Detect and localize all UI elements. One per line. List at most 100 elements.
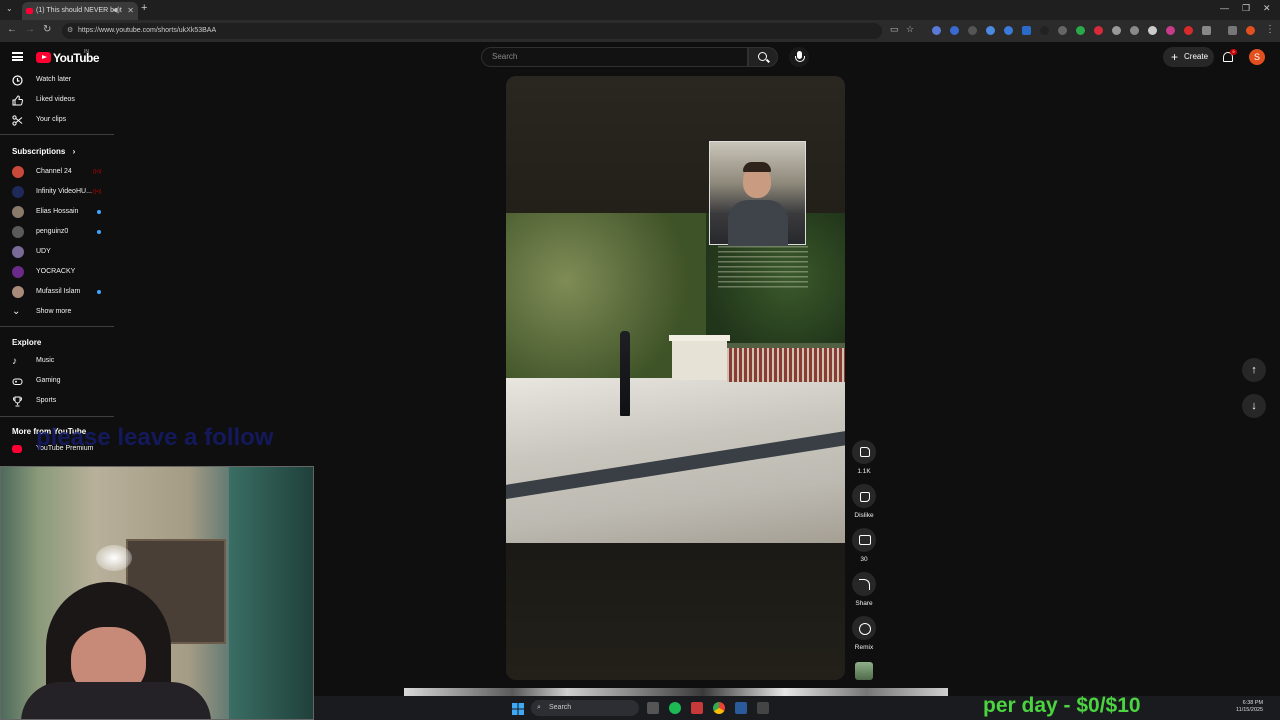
- browser-tab[interactable]: (1) This should NEVER be t ◀) ✕: [22, 2, 138, 20]
- taskbar-search-box[interactable]: ⌕ Search: [531, 700, 639, 716]
- app-icon[interactable]: [757, 702, 769, 714]
- streamer-webcam: [0, 466, 314, 720]
- windows-start-icon[interactable]: [512, 702, 524, 715]
- new-content-dot: [97, 210, 101, 214]
- previous-short-button[interactable]: ↑: [1242, 358, 1266, 382]
- new-content-dot: [97, 290, 101, 294]
- window-close-icon[interactable]: ✕: [1263, 3, 1271, 14]
- search-button[interactable]: [748, 47, 778, 67]
- extension-icon[interactable]: [968, 26, 977, 35]
- extension-icon[interactable]: [1112, 26, 1121, 35]
- chrome-icon[interactable]: [713, 702, 725, 714]
- remix-label: Remix: [854, 644, 874, 651]
- taskbar-clock[interactable]: 6:38 PM 11/15/2025: [1236, 700, 1263, 714]
- youtube-logo-icon[interactable]: [36, 52, 51, 63]
- comments-button[interactable]: 30: [852, 528, 876, 563]
- task-view-icon[interactable]: [647, 702, 659, 714]
- hamburger-menu-icon[interactable]: [12, 52, 23, 61]
- extension-icon[interactable]: [1004, 26, 1013, 35]
- create-button[interactable]: + Create: [1163, 47, 1214, 67]
- sidebar-item-your-clips[interactable]: Your clips: [0, 110, 114, 130]
- search-input[interactable]: Search: [481, 47, 748, 67]
- extension-icon[interactable]: [1130, 26, 1139, 35]
- extension-icon[interactable]: [1148, 26, 1157, 35]
- notification-count-badge: 9: [1230, 49, 1237, 55]
- new-tab-button[interactable]: +: [141, 2, 147, 14]
- shorts-video-player[interactable]: [506, 76, 845, 680]
- tab-search-icon[interactable]: ⌄: [6, 4, 13, 13]
- chat-overlay: [718, 246, 808, 290]
- avatar: [12, 286, 24, 298]
- sidebar-subscription-udy[interactable]: UDY: [0, 242, 114, 262]
- app-icon[interactable]: [691, 702, 703, 714]
- extension-icon[interactable]: [1022, 26, 1031, 35]
- reload-icon[interactable]: ↻: [43, 24, 51, 35]
- sidebar-item-liked-videos[interactable]: Liked videos: [0, 90, 114, 110]
- browser-menu-icon[interactable]: ⋮: [1265, 24, 1275, 35]
- sidebar-item-gaming[interactable]: Gaming: [0, 371, 114, 391]
- extension-icon[interactable]: [1184, 26, 1193, 35]
- next-short-button[interactable]: ↓: [1242, 394, 1266, 418]
- url-text: https://www.youtube.com/shorts/ukXk53BAA: [78, 27, 217, 34]
- sidebar-subscription-penguinz0[interactable]: penguinz0: [0, 222, 114, 242]
- extension-icon[interactable]: [950, 26, 959, 35]
- scissors-icon: [12, 115, 23, 126]
- profile-icon[interactable]: [1246, 26, 1255, 35]
- minimize-icon[interactable]: —: [1220, 3, 1229, 13]
- inset-hair: [743, 162, 771, 172]
- sidebar-item-music[interactable]: ♪ Music: [0, 351, 114, 371]
- like-button[interactable]: 1.1K: [852, 440, 876, 475]
- extension-icon[interactable]: [1094, 26, 1103, 35]
- extension-icon[interactable]: [1076, 26, 1085, 35]
- speaker-icon[interactable]: ◀): [112, 2, 120, 20]
- avatar: [12, 266, 24, 278]
- avatar: [12, 246, 24, 258]
- sidebar-subscription-elias-hossain[interactable]: Elias Hossain: [0, 202, 114, 222]
- dislike-label: Dislike: [854, 512, 874, 519]
- sidebar-item-watch-later[interactable]: Watch later: [0, 70, 114, 90]
- extension-icon[interactable]: [1040, 26, 1049, 35]
- sidebar-divider: [0, 326, 114, 327]
- bookmark-star-icon[interactable]: ☆: [906, 24, 914, 35]
- light-glow: [96, 545, 132, 571]
- subscription-label: YOCRACKY: [36, 268, 76, 275]
- voice-search-icon[interactable]: [789, 47, 809, 67]
- share-button[interactable]: Share: [852, 572, 876, 607]
- sidebar-subscription-mufassil-islam[interactable]: Mufassil Islam: [0, 282, 114, 302]
- youtube-logo-text[interactable]: YouTube: [53, 51, 100, 65]
- account-avatar[interactable]: S: [1249, 49, 1265, 65]
- sidebar-subscription-channel-24[interactable]: Channel 24 ((•)): [0, 162, 114, 182]
- remix-button[interactable]: Remix: [852, 616, 876, 651]
- close-tab-icon[interactable]: ✕: [127, 2, 134, 20]
- avatar: [12, 226, 24, 238]
- music-note-icon: ♪: [12, 356, 17, 367]
- sidepanel-icon[interactable]: [1228, 26, 1237, 35]
- sound-thumbnail[interactable]: [855, 662, 873, 680]
- sidebar-subscription-yocracky[interactable]: YOCRACKY: [0, 262, 114, 282]
- subscriptions-heading[interactable]: Subscriptions ›: [12, 147, 75, 156]
- sidebar-item-label: Liked videos: [36, 96, 75, 103]
- extension-icon[interactable]: [932, 26, 941, 35]
- back-icon[interactable]: ←: [7, 24, 17, 35]
- sidebar-subscription-infinity-videohub[interactable]: Infinity VideoHU... ((•)): [0, 182, 114, 202]
- trophy-icon: [12, 396, 23, 407]
- sidebar-item-sports[interactable]: Sports: [0, 391, 114, 411]
- spotify-icon[interactable]: [669, 702, 681, 714]
- gamepad-icon: [12, 376, 23, 387]
- forward-icon[interactable]: →: [25, 24, 35, 35]
- extension-icon[interactable]: [986, 26, 995, 35]
- address-bar[interactable]: ⚙ https://www.youtube.com/shorts/ukXk53B…: [62, 23, 882, 39]
- youtube-premium-icon: [12, 445, 22, 453]
- cast-icon[interactable]: ▭: [890, 24, 899, 35]
- dislike-button[interactable]: Dislike: [852, 484, 876, 519]
- streamer-cam-inset: [709, 141, 806, 246]
- arrow-down-icon: ↓: [1251, 400, 1257, 412]
- extension-icon[interactable]: [1166, 26, 1175, 35]
- live-icon: ((•)): [93, 189, 102, 195]
- app-icon[interactable]: [735, 702, 747, 714]
- maximize-icon[interactable]: ❐: [1242, 3, 1250, 14]
- extension-icon[interactable]: [1058, 26, 1067, 35]
- extensions-puzzle-icon[interactable]: [1202, 26, 1211, 35]
- show-more-button[interactable]: ⌄ Show more: [0, 302, 114, 322]
- site-info-icon[interactable]: ⚙: [67, 23, 73, 39]
